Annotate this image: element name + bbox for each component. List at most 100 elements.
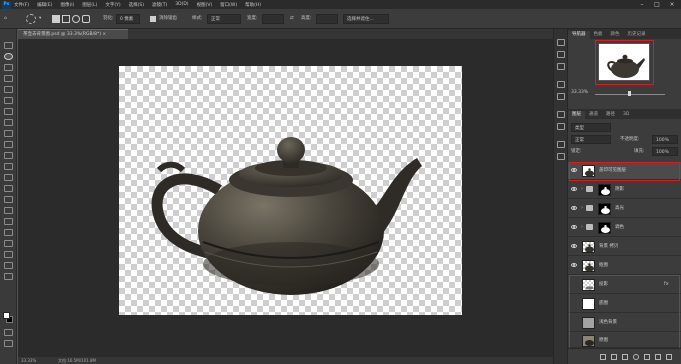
height-input[interactable] — [316, 14, 338, 24]
menu-help[interactable]: 帮助(H) — [245, 2, 261, 8]
navigator-zoom-knob[interactable] — [628, 91, 631, 96]
minimize-icon[interactable]: – — [636, 0, 648, 9]
width-input[interactable] — [262, 14, 284, 24]
blur-tool-icon[interactable] — [4, 185, 13, 192]
eyedropper-tool-icon[interactable] — [4, 108, 13, 115]
elliptical-marquee-icon[interactable] — [26, 14, 36, 24]
new-group-icon[interactable] — [644, 354, 650, 360]
delete-layer-icon[interactable] — [666, 354, 672, 360]
gradient-tool-icon[interactable] — [4, 174, 13, 181]
tab-3d[interactable]: 3D — [619, 111, 633, 119]
tab-channels[interactable]: 通道 — [585, 111, 602, 119]
tab-layers[interactable]: 图层 — [568, 111, 585, 119]
brush-settings-panel-icon[interactable] — [557, 111, 565, 118]
navigator-zoom-value[interactable]: 33.33% — [571, 90, 588, 95]
tab-color[interactable]: 颜色 — [607, 31, 624, 39]
menu-select[interactable]: 选择(S) — [129, 2, 144, 8]
tab-history[interactable]: 历史记录 — [624, 31, 650, 39]
layer-group-row[interactable]: › 高光 — [568, 200, 681, 218]
add-selection-icon[interactable] — [62, 15, 70, 23]
add-mask-icon[interactable] — [622, 354, 628, 360]
layer-row[interactable]: 背景 拷贝 — [568, 238, 681, 256]
eye-icon[interactable] — [571, 244, 577, 248]
dropdown-arrow-icon[interactable]: ▾ — [39, 14, 41, 24]
eye-icon[interactable] — [571, 263, 577, 267]
layer-row[interactable]: 抠图 — [568, 257, 681, 275]
character-panel-icon[interactable] — [557, 81, 565, 88]
menu-image[interactable]: 图像(I) — [60, 2, 74, 8]
menu-filter[interactable]: 滤镜(T) — [152, 2, 167, 8]
eye-icon[interactable] — [571, 225, 577, 229]
opacity-input[interactable]: 100% — [652, 135, 678, 144]
menu-edit[interactable]: 编辑(E) — [37, 2, 52, 8]
pen-tool-icon[interactable] — [4, 207, 13, 214]
new-selection-icon[interactable] — [52, 15, 60, 23]
tab-navigator[interactable]: 导航器 — [568, 31, 590, 39]
zoom-tool-icon[interactable] — [4, 262, 13, 269]
layer-style-icon[interactable] — [611, 354, 617, 360]
feather-input[interactable]: 0 像素 — [116, 14, 140, 24]
eye-icon[interactable] — [571, 187, 577, 191]
close-icon[interactable]: × — [666, 0, 678, 9]
layer-mask-thumbnail[interactable] — [598, 184, 611, 196]
healing-brush-tool-icon[interactable] — [4, 119, 13, 126]
menu-window[interactable]: 窗口(W) — [220, 2, 237, 8]
clone-source-panel-icon[interactable] — [557, 123, 565, 130]
frame-tool-icon[interactable] — [4, 97, 13, 104]
crop-tool-icon[interactable] — [4, 86, 13, 93]
swap-icon[interactable]: ⇄ — [290, 14, 294, 24]
status-zoom[interactable]: 33.33% — [21, 357, 36, 364]
hand-tool-icon[interactable] — [4, 251, 13, 258]
new-layer-icon[interactable] — [655, 354, 661, 360]
adjustments-panel-icon[interactable] — [557, 63, 565, 70]
brush-tool-icon[interactable] — [4, 130, 13, 137]
menu-3d[interactable]: 3D(D) — [175, 2, 188, 7]
properties-panel-icon[interactable] — [557, 51, 565, 58]
move-tool-icon[interactable] — [4, 42, 13, 49]
menu-view[interactable]: 视图(V) — [197, 2, 213, 8]
quick-select-tool-icon[interactable] — [4, 75, 13, 82]
dodge-tool-icon[interactable] — [4, 196, 13, 203]
layer-mask-thumbnail[interactable] — [598, 222, 611, 234]
style-select[interactable]: 正常 — [207, 14, 241, 24]
clone-stamp-tool-icon[interactable] — [4, 141, 13, 148]
screen-mode-icon[interactable] — [4, 340, 13, 347]
elliptical-marquee-tool-icon[interactable] — [4, 53, 13, 60]
rectangle-tool-icon[interactable] — [4, 240, 13, 247]
lasso-tool-icon[interactable] — [4, 64, 13, 71]
subtract-selection-icon[interactable] — [72, 15, 80, 23]
chevron-right-icon[interactable]: › — [581, 224, 583, 230]
intersect-selection-icon[interactable] — [82, 15, 90, 23]
link-layers-icon[interactable] — [600, 354, 606, 360]
status-document-size[interactable]: 文档:16.5M/101.8M — [58, 357, 96, 364]
layer-group-row[interactable]: › 阴影 — [568, 181, 681, 199]
quick-mask-icon[interactable] — [4, 329, 13, 336]
document-canvas[interactable] — [119, 66, 462, 315]
history-brush-tool-icon[interactable] — [4, 152, 13, 159]
document-tab[interactable]: 茶壶去背景图.psd @ 33.3%(RGB/8*) × — [18, 29, 128, 39]
navigator-view-box[interactable] — [595, 40, 654, 85]
eye-icon[interactable] — [571, 206, 577, 210]
foreground-color-swatch[interactable] — [3, 312, 10, 319]
history-panel-icon[interactable] — [557, 39, 565, 46]
home-icon[interactable]: ⌂ — [4, 14, 7, 24]
menu-layer[interactable]: 图层(L) — [82, 2, 97, 8]
tab-swatches[interactable]: 色板 — [590, 31, 607, 39]
chevron-right-icon[interactable]: › — [581, 186, 583, 192]
type-tool-icon[interactable] — [4, 218, 13, 225]
select-and-mask-button[interactable]: 选择并遮住... — [343, 14, 389, 24]
layer-comps-panel-icon[interactable] — [557, 153, 565, 160]
fill-input[interactable]: 100% — [652, 147, 678, 156]
menu-file[interactable]: 文件(F) — [14, 2, 29, 8]
paragraph-panel-icon[interactable] — [557, 93, 565, 100]
maximize-icon[interactable]: □ — [651, 0, 663, 9]
blend-mode-select[interactable]: 正常 — [571, 135, 611, 144]
layer-group-row[interactable]: › 调色 — [568, 219, 681, 237]
chevron-right-icon[interactable]: › — [581, 205, 583, 211]
info-panel-icon[interactable] — [557, 141, 565, 148]
eraser-tool-icon[interactable] — [4, 163, 13, 170]
layer-mask-thumbnail[interactable] — [598, 203, 611, 215]
layer-kind-filter[interactable]: 类型 — [571, 123, 611, 132]
path-selection-tool-icon[interactable] — [4, 229, 13, 236]
adjustment-layer-icon[interactable] — [633, 354, 639, 360]
